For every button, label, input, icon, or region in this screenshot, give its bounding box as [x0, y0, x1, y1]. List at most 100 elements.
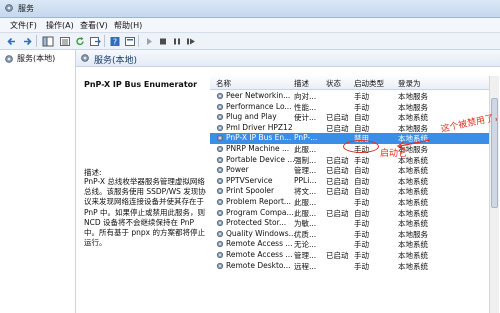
service-startup-type: 手动: [354, 261, 369, 271]
service-log-on-as: 本地系统: [398, 166, 428, 176]
annotation-text-start-it: 启动它: [380, 149, 408, 159]
service-startup-type: 手动: [354, 240, 369, 250]
svg-text:?: ?: [113, 38, 117, 47]
toolbar: ?: [0, 33, 500, 50]
service-log-on-as: 本地系统: [398, 134, 428, 144]
service-status: 已启动: [326, 123, 349, 133]
service-name: PNRP Machine ...: [226, 144, 290, 153]
console-tree-icon: [42, 36, 54, 47]
service-row[interactable]: Plug and Play 使计... 已启动 自动 本地系统: [210, 112, 490, 123]
service-gear-icon: [216, 156, 224, 163]
services-list: 名称 描述 状态 启动类型 登录为 Peer Networkin... 向对...…: [210, 67, 500, 313]
service-row[interactable]: Remote Access ... 管理... 已启动 手动 本地系统: [210, 250, 490, 261]
selected-service-name: PnP-X IP Bus Enumerator: [84, 80, 198, 89]
service-row[interactable]: Problem Report... 此服... 手动 本地系统: [210, 197, 490, 208]
service-description: 向对...: [294, 92, 317, 101]
service-description-panel: PnP-X IP Bus Enumerator 描述: PnP-X 总线枚举器服…: [76, 67, 210, 313]
help-button[interactable]: ?: [108, 35, 122, 48]
service-gear-icon: [216, 262, 224, 269]
pause-service-button[interactable]: [170, 35, 184, 48]
service-name: Remote Access ...: [226, 250, 293, 259]
service-row[interactable]: Remote Deskto... 远程... 手动 本地系统: [210, 261, 490, 272]
service-log-on-as: 本地系统: [398, 219, 428, 229]
service-description: PnP-...: [294, 133, 318, 143]
service-startup-type: 手动: [354, 229, 369, 239]
service-startup-type: 自动: [354, 176, 369, 186]
service-log-on-as: 本地系统: [398, 176, 428, 186]
service-description: 为敏...: [294, 219, 317, 229]
service-row[interactable]: Print Spooler 将文... 已启动 自动 本地系统: [210, 186, 490, 197]
properties-button[interactable]: [123, 35, 137, 48]
export-icon: [90, 37, 101, 46]
service-description: 此服...: [294, 198, 317, 207]
start-service-button[interactable]: [142, 35, 156, 48]
restart-icon: [187, 38, 195, 45]
service-row[interactable]: Quality Windows... 优质... 手动 本地服务: [210, 229, 490, 240]
service-startup-type: 自动: [354, 187, 369, 197]
service-description: 使计...: [294, 113, 317, 123]
service-gear-icon: [216, 167, 224, 174]
service-status: 已启动: [326, 187, 349, 197]
menu-view[interactable]: 查看(V): [80, 20, 108, 31]
toolbar-separator: [104, 35, 105, 47]
menu-help[interactable]: 帮助(H): [114, 20, 142, 31]
service-name: Performance Lo...: [226, 101, 292, 111]
service-description: 此服...: [294, 145, 317, 154]
service-description: 管理...: [294, 166, 317, 176]
column-name[interactable]: 名称: [216, 78, 231, 89]
annotation-circle: [343, 140, 379, 153]
forward-button[interactable]: [20, 35, 34, 48]
services-gear-icon: [5, 4, 13, 12]
service-row[interactable]: Peer Networkin... 向对... 手动 本地服务: [210, 91, 490, 102]
play-icon: [147, 38, 152, 45]
service-gear-icon: [216, 251, 224, 259]
restart-service-button[interactable]: [184, 35, 198, 48]
service-description: PPLi...: [294, 175, 317, 185]
service-row[interactable]: Program Compa... 此服... 已启动 自动 本地系统: [210, 208, 490, 219]
service-status: 已启动: [326, 176, 349, 186]
service-row[interactable]: Remote Access ... 无论... 手动 本地系统: [210, 239, 490, 250]
menu-file[interactable]: 文件(F): [10, 20, 37, 31]
refresh-button[interactable]: [73, 35, 87, 48]
service-startup-type: 自动: [354, 123, 369, 133]
service-log-on-as: 本地系统: [398, 240, 428, 250]
tree-node-services-local[interactable]: 服务(本地): [4, 53, 55, 64]
service-status: 已启动: [326, 166, 349, 176]
service-startup-type: 手动: [354, 102, 369, 112]
list-button[interactable]: [58, 35, 72, 48]
show-console-tree-button[interactable]: [41, 35, 55, 48]
service-name: PPTVService: [226, 175, 273, 185]
back-button[interactable]: [5, 35, 19, 48]
service-description: 强制...: [294, 155, 317, 165]
stop-icon: [160, 38, 166, 45]
service-row[interactable]: Protected Stor... 为敏... 手动 本地系统: [210, 218, 490, 229]
service-status: 已启动: [326, 155, 349, 165]
column-header-row: 名称 描述 状态 启动类型 登录为: [210, 76, 490, 90]
stop-service-button[interactable]: [156, 35, 170, 48]
service-name: Power: [226, 165, 249, 175]
service-log-on-as: 本地服务: [398, 123, 428, 133]
service-name: Remote Access ...: [226, 239, 293, 249]
service-row[interactable]: Power 管理... 已启动 自动 本地系统: [210, 165, 490, 176]
column-description[interactable]: 描述: [294, 78, 309, 89]
service-row[interactable]: Performance Lo... 性能... 手动 本地服务: [210, 102, 490, 113]
service-name: Pml Driver HPZ12: [226, 122, 293, 132]
service-row[interactable]: Portable Device ... 强制... 已启动 手动 本地系统: [210, 155, 490, 166]
vertical-scrollbar[interactable]: [489, 76, 499, 313]
service-gear-icon: [216, 188, 224, 195]
service-name: Remote Deskto...: [226, 260, 291, 270]
service-log-on-as: 本地系统: [398, 261, 428, 271]
export-list-button[interactable]: [88, 35, 102, 48]
service-description: 性能...: [294, 102, 317, 112]
column-startup-type[interactable]: 启动类型: [354, 78, 384, 89]
service-gear-icon: [216, 209, 224, 216]
service-row[interactable]: PPTVService PPLi... 已启动 自动 本地系统: [210, 176, 490, 187]
menu-action[interactable]: 操作(A): [46, 20, 74, 31]
column-status[interactable]: 状态: [326, 78, 341, 89]
service-log-on-as: 本地系统: [398, 251, 428, 260]
column-log-on-as[interactable]: 登录为: [398, 78, 421, 89]
service-log-on-as: 本地服务: [398, 92, 428, 101]
service-status: 已启动: [326, 113, 349, 123]
service-name: Plug and Play: [226, 112, 277, 122]
service-startup-type: 手动: [354, 251, 369, 260]
